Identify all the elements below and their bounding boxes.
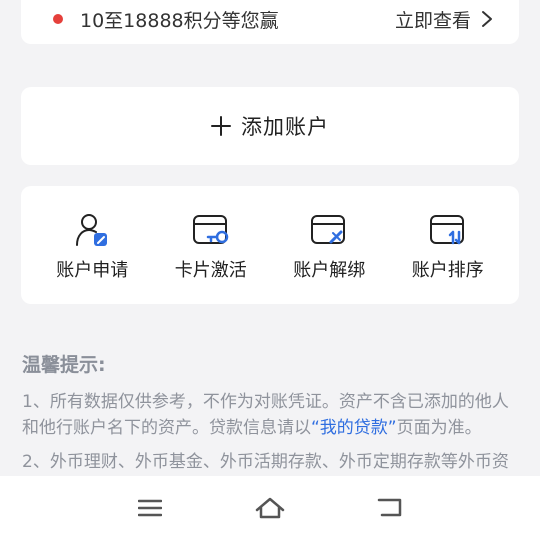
action-account-unbind[interactable]: 账户解绑 [274,208,384,282]
my-loans-link[interactable]: “我的贷款” [311,418,397,438]
user-edit-icon [72,212,112,248]
tips-item-1-tail: 页面为准。 [396,418,482,438]
action-label: 账户解绑 [293,260,366,281]
action-label: 卡片激活 [174,260,247,281]
card-key-icon [191,212,231,248]
card-sort-icon [428,212,468,248]
tips-item-2: 2、外币理财、外币基金、外币活期存款、外币定期存款等外币资 [22,452,509,472]
promo-view-label: 立即查看 [394,9,471,32]
warm-tips-section: 温馨提示: 1、所有数据仅供参考，不作为对账凭证。资产不含已添加的他人和他行账户… [22,350,522,483]
system-navbar [0,476,540,540]
add-account-label: 添加账户 [241,115,329,139]
tips-item-1: 1、所有数据仅供参考，不作为对账凭证。资产不含已添加的他人和他行账户名下的资产。… [22,389,522,441]
promo-view-link[interactable]: 立即查看 [395,6,493,33]
account-actions-panel: 账户申请 卡片激活 账户解绑 账户排序 [21,186,519,304]
plus-icon [211,116,231,136]
add-account-button[interactable]: 添加账户 [21,87,519,165]
chevron-right-icon [482,11,492,27]
promo-dot [53,14,63,24]
action-account-apply[interactable]: 账户申请 [37,208,147,282]
home-icon[interactable] [210,476,330,540]
menu-icon[interactable] [90,476,210,540]
action-account-sort[interactable]: 账户排序 [393,208,503,282]
promo-text: 10至18888积分等您赢 [80,9,279,32]
action-label: 账户申请 [56,260,129,281]
promo-banner[interactable]: 10至18888积分等您赢 立即查看 [21,0,519,44]
tips-title: 温馨提示: [22,354,106,376]
card-unlink-icon [309,212,349,248]
action-label: 账户排序 [411,260,484,281]
action-card-activate[interactable]: 卡片激活 [156,208,266,282]
back-icon[interactable] [330,476,450,540]
